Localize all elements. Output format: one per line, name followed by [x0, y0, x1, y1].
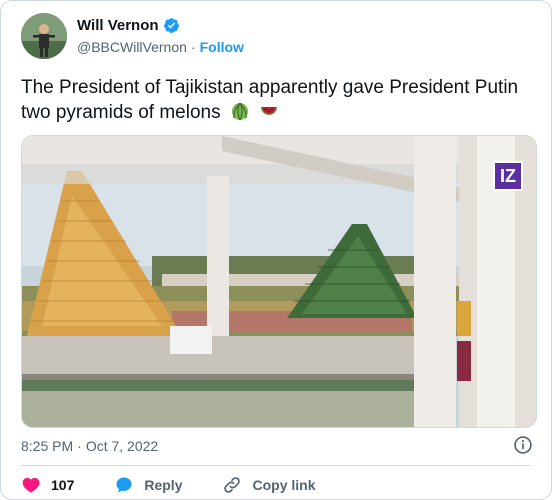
tweet-text-block: The President of Tajikistan apparently g… [21, 75, 541, 125]
iz-watermark-logo: IZ [493, 161, 523, 191]
like-count: 107 [51, 477, 75, 493]
tweet-timestamp[interactable]: 8:25 PM · Oct 7, 2022 [21, 438, 158, 454]
author-handle-row: @BBCWillVernon · Follow [77, 39, 244, 55]
follow-button[interactable]: Follow [200, 39, 244, 55]
watermelon-emoji-icon [259, 101, 279, 121]
link-icon [224, 477, 241, 493]
copy-link-label: Copy link [252, 477, 316, 493]
timestamp-separator: · [77, 438, 82, 454]
avatar[interactable] [21, 13, 67, 59]
video-frame [22, 136, 536, 427]
author-handle[interactable]: @BBCWillVernon [77, 39, 187, 55]
divider [21, 465, 531, 466]
verified-badge-icon [163, 17, 180, 34]
tweet-time: 8:25 PM [21, 438, 74, 454]
tweet-actions: 107 Reply Copy link [21, 475, 356, 495]
reply-label: Reply [144, 477, 183, 493]
author-name[interactable]: Will Vernon [77, 17, 159, 34]
like-button[interactable]: 107 [21, 475, 74, 495]
copy-link-button[interactable]: Copy link [222, 475, 316, 495]
reply-bubble-icon [116, 477, 132, 493]
info-icon[interactable] [513, 435, 533, 455]
tweet-video[interactable] [21, 135, 537, 428]
reply-button[interactable]: Reply [114, 475, 182, 495]
heart-icon [22, 477, 40, 493]
melon-emoji-icon [230, 101, 250, 121]
author-name-row: Will Vernon [77, 17, 180, 34]
separator-dot: · [190, 39, 196, 55]
tweet-card: Will Vernon @BBCWillVernon · Follow The … [0, 0, 552, 500]
tweet-date: Oct 7, 2022 [85, 438, 159, 454]
